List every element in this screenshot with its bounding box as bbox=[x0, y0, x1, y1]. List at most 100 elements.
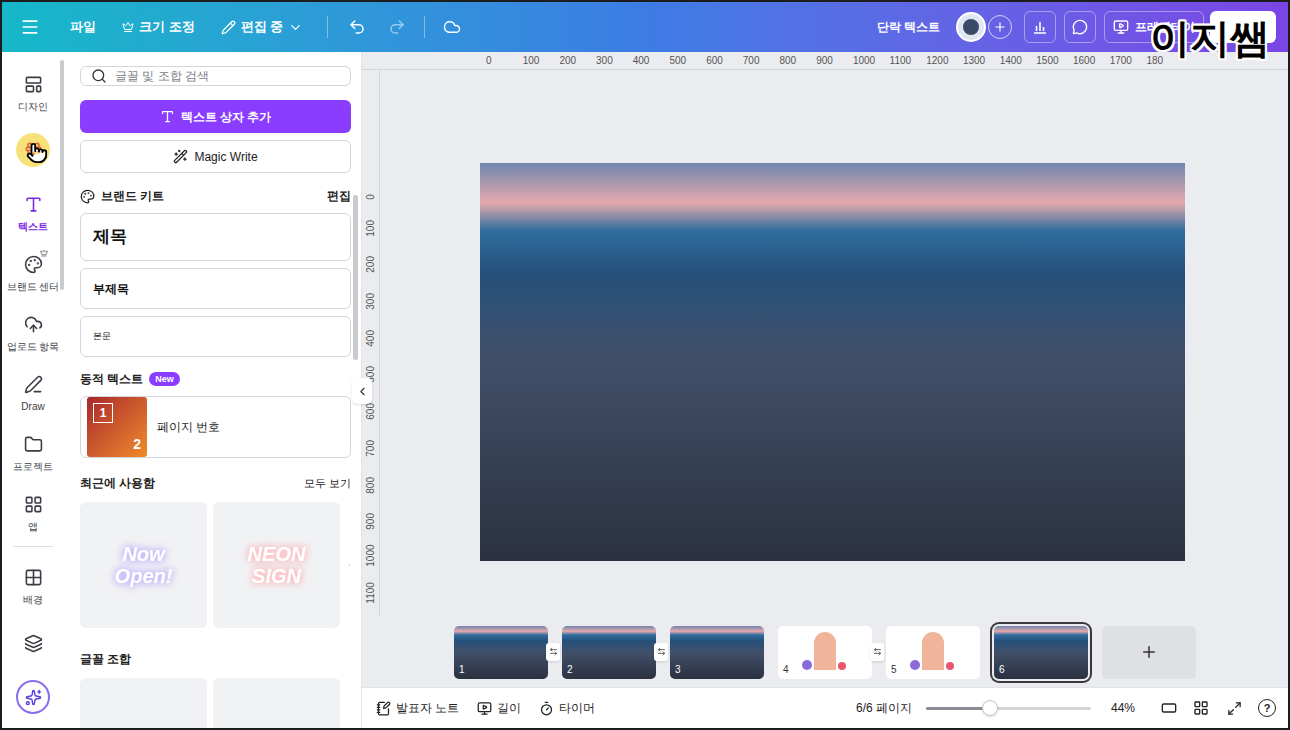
ruler-label: 700 bbox=[737, 53, 774, 68]
notes-icon bbox=[376, 701, 391, 716]
recent-header: 최근에 사용함모두 보기 bbox=[80, 474, 351, 492]
text-style-card[interactable]: 제목 bbox=[80, 213, 351, 261]
top-ruler: 0100200300400500600700800900100011001200… bbox=[362, 52, 1288, 70]
rail-item[interactable]: 프로젝트 bbox=[4, 420, 62, 480]
rail-icon bbox=[24, 255, 43, 274]
zoom-slider[interactable] bbox=[926, 700, 1091, 716]
recent-text-card[interactable]: NEON SIGN bbox=[213, 502, 340, 628]
notes-button[interactable]: 발표자 노트 bbox=[376, 699, 459, 717]
duration-button[interactable]: 길이 bbox=[477, 699, 521, 717]
ruler-label: 300 bbox=[590, 53, 627, 68]
rail-item[interactable] bbox=[4, 613, 62, 673]
search-icon bbox=[91, 68, 107, 84]
menu-icon[interactable] bbox=[20, 17, 40, 37]
zoom-slider-thumb[interactable] bbox=[982, 700, 998, 716]
font-combo-card[interactable] bbox=[80, 678, 207, 728]
bottom-bar: 발표자 노트 길이 타이머 6/6 페이지 44%? bbox=[362, 687, 1288, 728]
search-field[interactable]: 글꼴 및 조합 검색 bbox=[80, 66, 351, 86]
magic-button[interactable] bbox=[16, 680, 50, 714]
menu-item[interactable]: 크기 조정 bbox=[122, 17, 195, 37]
cloud-icon[interactable] bbox=[443, 18, 461, 36]
rail-item[interactable]: 텍스트 bbox=[4, 180, 62, 240]
slide-photo[interactable] bbox=[480, 163, 1185, 561]
watermark: 이지쌤 bbox=[1150, 18, 1270, 58]
ruler-label: 800 bbox=[774, 53, 811, 68]
page-thumbnail[interactable]: 1 bbox=[454, 626, 548, 679]
ruler-label: 1400 bbox=[994, 53, 1031, 68]
redo-icon[interactable] bbox=[388, 18, 406, 36]
page-view-icon[interactable] bbox=[1161, 700, 1177, 716]
page-thumbnail[interactable]: 6 bbox=[994, 626, 1088, 679]
page-number-card[interactable]: 12페이지 번호 bbox=[80, 396, 351, 458]
menu-item[interactable]: 편집 중 bbox=[221, 17, 304, 37]
ruler-label: 1700 bbox=[1104, 53, 1141, 68]
recent-text-card[interactable]: Now Open! bbox=[80, 502, 207, 628]
transition-button[interactable] bbox=[546, 643, 560, 661]
rail-item[interactable]: 배경 bbox=[4, 553, 62, 613]
character-illustration bbox=[802, 632, 846, 670]
rail-item[interactable]: 앱 bbox=[4, 480, 62, 540]
crown-icon bbox=[40, 249, 48, 257]
zoom-value[interactable]: 44% bbox=[1111, 699, 1143, 717]
ruler-label: 200 bbox=[362, 236, 379, 273]
new-badge: New bbox=[149, 372, 180, 386]
page-thumbnail[interactable]: 3 bbox=[670, 626, 764, 679]
page-number-thumbnail: 12 bbox=[87, 397, 147, 457]
rail-icon bbox=[24, 195, 43, 214]
page-thumbnail[interactable]: 5 bbox=[886, 626, 980, 679]
ruler-label: 400 bbox=[627, 53, 664, 68]
menu-item[interactable]: 파일 bbox=[70, 17, 96, 37]
dynamic-text-header: 동적 텍스트New bbox=[80, 370, 351, 388]
magic-write-button[interactable]: Magic Write bbox=[80, 140, 351, 173]
rail-icon bbox=[24, 75, 43, 94]
fullscreen-icon[interactable] bbox=[1227, 701, 1242, 716]
edit-link[interactable]: 편집 bbox=[327, 187, 351, 205]
timer-button[interactable]: 타이머 bbox=[539, 699, 595, 717]
plus-icon bbox=[993, 20, 1007, 34]
font-combos-header: 글꼴 조합 bbox=[80, 650, 351, 668]
grid-view-icon[interactable] bbox=[1193, 700, 1209, 716]
ruler-label: 400 bbox=[362, 310, 379, 347]
bar-chart-icon bbox=[1032, 19, 1048, 35]
rail-icon bbox=[24, 435, 43, 454]
hand-cursor-icon bbox=[26, 142, 48, 164]
page-indicator[interactable]: 6/6 페이지 bbox=[856, 699, 912, 717]
divider bbox=[327, 16, 328, 38]
add-text-box-button[interactable]: 텍스트 상자 추가 bbox=[80, 100, 351, 133]
crown-icon bbox=[122, 21, 134, 33]
rail-item[interactable] bbox=[4, 120, 62, 180]
panel-scrollbar[interactable] bbox=[353, 195, 358, 360]
rail-item[interactable]: 브랜드 센터 bbox=[4, 240, 62, 300]
text-style-card[interactable]: 본문 bbox=[80, 316, 351, 357]
brand-kit-header: 브랜드 키트편집 bbox=[80, 187, 351, 205]
help-button[interactable]: ? bbox=[1258, 699, 1276, 717]
transition-button[interactable] bbox=[654, 643, 668, 661]
collapse-panel-button[interactable] bbox=[352, 378, 372, 404]
ruler-label: 0 bbox=[362, 163, 379, 200]
ruler-label: 1300 bbox=[957, 53, 994, 68]
font-combo-card[interactable] bbox=[213, 678, 340, 728]
text-style-card[interactable]: 부제목 bbox=[80, 268, 351, 309]
ruler-label: 1000 bbox=[847, 53, 884, 68]
rail-item[interactable]: Draw bbox=[4, 360, 62, 420]
magic-wand-icon bbox=[173, 149, 188, 164]
text-icon bbox=[160, 109, 175, 124]
rail-item[interactable]: 업로드 항목 bbox=[4, 300, 62, 360]
text-panel: 글꼴 및 조합 검색텍스트 상자 추가 Magic Write 브랜드 키트편집제목… bbox=[64, 52, 362, 728]
ruler-label: 500 bbox=[663, 53, 700, 68]
add-collaborator-button[interactable] bbox=[988, 15, 1012, 39]
page-thumbnail[interactable]: 4 bbox=[778, 626, 872, 679]
ruler-label: 900 bbox=[362, 493, 379, 530]
transition-button[interactable] bbox=[870, 643, 884, 661]
page-thumbnail[interactable]: 2 bbox=[562, 626, 656, 679]
rail-item[interactable]: 디자인 bbox=[4, 60, 62, 120]
chevron-right-icon[interactable] bbox=[348, 557, 351, 573]
comment-button[interactable] bbox=[1064, 11, 1096, 43]
left-ruler: 010020030040050060070080090010001100 bbox=[362, 70, 380, 617]
insights-button[interactable] bbox=[1024, 11, 1056, 43]
undo-icon[interactable] bbox=[348, 18, 366, 36]
rail-icon bbox=[24, 634, 43, 653]
see-all-link[interactable]: 모두 보기 bbox=[304, 475, 351, 492]
add-page-button[interactable] bbox=[1102, 626, 1196, 679]
avatar[interactable] bbox=[956, 12, 986, 42]
